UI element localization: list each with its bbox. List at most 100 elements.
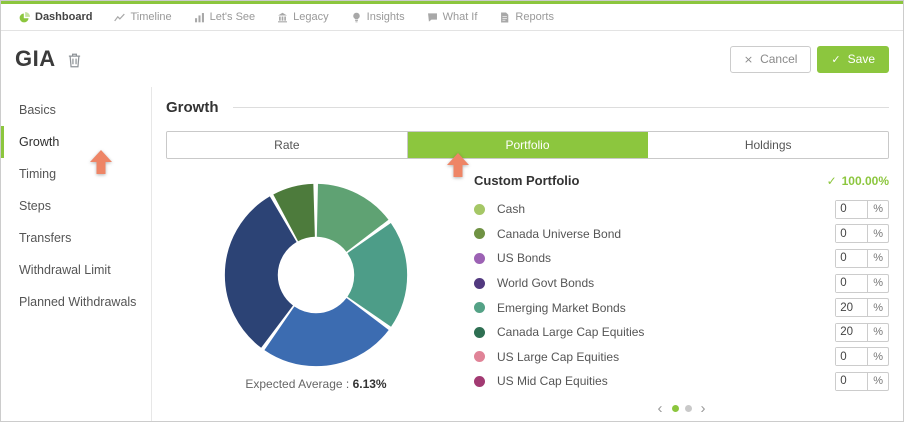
- tab-holdings[interactable]: Holdings: [648, 132, 888, 158]
- asset-row-us-bonds: US Bonds%: [474, 246, 889, 271]
- percent-suffix: %: [867, 275, 888, 292]
- save-button[interactable]: ✓ Save: [817, 46, 889, 73]
- pager-prev-icon[interactable]: ‹: [655, 401, 666, 416]
- save-label: Save: [848, 52, 875, 66]
- nav-item-legacy[interactable]: Legacy: [266, 4, 339, 30]
- asset-percent-input[interactable]: [836, 373, 867, 390]
- asset-percent-input[interactable]: [836, 250, 867, 267]
- main-panel: Growth RatePortfolioHoldings Expected Av…: [152, 87, 903, 421]
- nav-label: Reports: [515, 11, 554, 23]
- asset-name: Emerging Market Bonds: [497, 301, 626, 315]
- nav-label: Legacy: [293, 11, 328, 23]
- expected-average-label: Expected Average :: [245, 377, 349, 391]
- asset-name: Canada Large Cap Equities: [497, 325, 644, 339]
- tab-rate[interactable]: Rate: [167, 132, 408, 158]
- portfolio-header: Custom Portfolio ✓ 100.00%: [474, 173, 889, 188]
- asset-name: Canada Universe Bond: [497, 227, 621, 241]
- asset-color-dot: [474, 327, 485, 338]
- pager-next-icon[interactable]: ›: [698, 401, 709, 416]
- portfolio-title: Custom Portfolio: [474, 173, 579, 188]
- tab-bar: RatePortfolioHoldings: [166, 131, 889, 159]
- asset-percent-input[interactable]: [836, 201, 867, 218]
- percent-suffix: %: [867, 348, 888, 365]
- tab-portfolio[interactable]: Portfolio: [408, 132, 649, 158]
- nav-item-insights[interactable]: Insights: [340, 4, 416, 30]
- sidebar: BasicsGrowthTimingStepsTransfersWithdraw…: [1, 87, 152, 421]
- cancel-label: Cancel: [760, 52, 797, 66]
- asset-color-dot: [474, 376, 485, 387]
- sidebar-item-basics[interactable]: Basics: [1, 94, 151, 126]
- legacy-icon: [277, 12, 288, 23]
- close-icon: ×: [744, 54, 753, 65]
- allocation-total: ✓ 100.00%: [827, 174, 889, 188]
- cancel-button[interactable]: × Cancel: [730, 46, 812, 73]
- donut-chart: [218, 177, 414, 373]
- chart-column: Expected Average : 6.13%: [166, 171, 466, 416]
- what-if-icon: [427, 12, 438, 23]
- timeline-icon: [114, 12, 125, 23]
- insights-icon: [351, 12, 362, 23]
- percent-suffix: %: [867, 225, 888, 242]
- asset-percent-input[interactable]: [836, 275, 867, 292]
- nav-label: What If: [443, 11, 478, 23]
- asset-percent-input[interactable]: [836, 225, 867, 242]
- pager-dot-2[interactable]: [685, 405, 692, 412]
- asset-name: US Bonds: [497, 251, 551, 265]
- percent-suffix: %: [867, 373, 888, 390]
- asset-row-us-large-cap-equities: US Large Cap Equities%: [474, 345, 889, 370]
- sidebar-item-transfers[interactable]: Transfers: [1, 222, 151, 254]
- nav-item-let-s-see[interactable]: Let's See: [183, 4, 267, 30]
- asset-color-dot: [474, 302, 485, 313]
- sidebar-item-timing[interactable]: Timing: [1, 158, 151, 190]
- expected-average: Expected Average : 6.13%: [245, 377, 386, 391]
- sidebar-item-withdrawal-limit[interactable]: Withdrawal Limit: [1, 254, 151, 286]
- asset-percent-group: %: [835, 298, 889, 317]
- asset-row-cash: Cash%: [474, 197, 889, 222]
- asset-row-us-mid-cap-equities: US Mid Cap Equities%: [474, 369, 889, 394]
- section-title: Growth: [166, 99, 219, 116]
- asset-color-dot: [474, 228, 485, 239]
- asset-list: Cash%Canada Universe Bond%US Bonds%World…: [474, 197, 889, 394]
- asset-percent-input[interactable]: [836, 324, 867, 341]
- nav-item-timeline[interactable]: Timeline: [103, 4, 182, 30]
- section-divider: [233, 107, 890, 108]
- portfolio-column: Custom Portfolio ✓ 100.00% Cash%Canada U…: [466, 171, 889, 416]
- nav-item-dashboard[interactable]: Dashboard: [8, 4, 103, 30]
- nav-item-reports[interactable]: Reports: [488, 4, 565, 30]
- nav-label: Let's See: [210, 11, 256, 23]
- expected-average-value: 6.13%: [353, 377, 387, 391]
- nav-item-what-if[interactable]: What If: [416, 4, 489, 30]
- asset-percent-input[interactable]: [836, 348, 867, 365]
- allocation-total-value: 100.00%: [842, 174, 889, 188]
- nav-label: Insights: [367, 11, 405, 23]
- asset-color-dot: [474, 204, 485, 215]
- percent-suffix: %: [867, 250, 888, 267]
- asset-name: World Govt Bonds: [497, 276, 594, 290]
- portfolio-content: Expected Average : 6.13% Custom Portfoli…: [166, 171, 889, 416]
- percent-suffix: %: [867, 299, 888, 316]
- pagination: ‹›: [474, 401, 889, 416]
- asset-row-emerging-market-bonds: Emerging Market Bonds%: [474, 295, 889, 320]
- asset-percent-group: %: [835, 224, 889, 243]
- asset-row-canada-large-cap-equities: Canada Large Cap Equities%: [474, 320, 889, 345]
- check-icon: ✓: [827, 174, 837, 188]
- page-title: GIA: [15, 46, 56, 72]
- asset-color-dot: [474, 351, 485, 362]
- asset-percent-group: %: [835, 249, 889, 268]
- sidebar-item-steps[interactable]: Steps: [1, 190, 151, 222]
- asset-row-world-govt-bonds: World Govt Bonds%: [474, 271, 889, 296]
- check-icon: ✓: [831, 54, 840, 65]
- asset-row-canada-universe-bond: Canada Universe Bond%: [474, 222, 889, 247]
- dashboard-icon: [19, 12, 30, 23]
- sidebar-item-planned-withdrawals[interactable]: Planned Withdrawals: [1, 286, 151, 318]
- asset-percent-group: %: [835, 323, 889, 342]
- asset-color-dot: [474, 278, 485, 289]
- asset-name: US Mid Cap Equities: [497, 374, 608, 388]
- asset-percent-group: %: [835, 347, 889, 366]
- asset-percent-group: %: [835, 372, 889, 391]
- sidebar-item-growth[interactable]: Growth: [1, 126, 151, 158]
- pager-dot-1[interactable]: [672, 405, 679, 412]
- asset-name: US Large Cap Equities: [497, 350, 619, 364]
- delete-plan-button[interactable]: [67, 52, 82, 69]
- asset-percent-input[interactable]: [836, 299, 867, 316]
